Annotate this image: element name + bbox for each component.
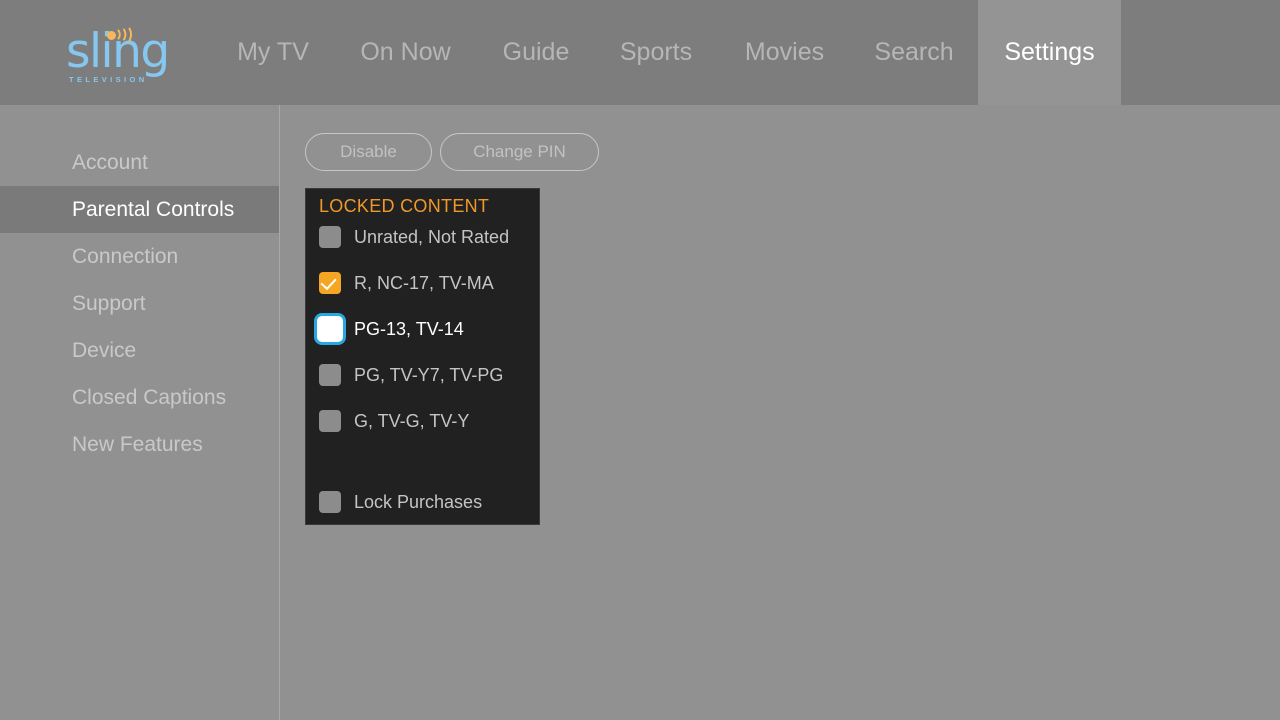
checkbox-unchecked[interactable] (319, 410, 341, 432)
rating-row-pg-13-tv-14[interactable]: PG-13, TV-14 (314, 313, 464, 345)
nav-item-guide[interactable]: Guide (487, 0, 585, 105)
rating-row-lock-purchases[interactable]: Lock Purchases (319, 486, 482, 518)
checkbox-unchecked[interactable] (319, 491, 341, 513)
checkbox-unchecked[interactable] (319, 364, 341, 386)
rating-row-unrated-not-rated[interactable]: Unrated, Not Rated (319, 221, 509, 253)
top-navigation-bar: sling TELEVISION My TV On Now Guide Sports M… (0, 0, 1280, 105)
nav-item-search[interactable]: Search (857, 0, 971, 105)
checkbox-checked[interactable] (319, 272, 341, 294)
sidebar-item-support[interactable]: Support (0, 280, 279, 327)
logo-tagline: TELEVISION (69, 75, 148, 84)
rating-row-g-tv-g-tv-y[interactable]: G, TV-G, TV-Y (319, 405, 469, 437)
rating-row-r-nc-17-tv-ma[interactable]: R, NC-17, TV-MA (319, 267, 494, 299)
sidebar-item-closed-captions[interactable]: Closed Captions (0, 374, 279, 421)
nav-item-sports[interactable]: Sports (600, 0, 712, 105)
nav-item-settings[interactable]: Settings (978, 0, 1121, 105)
nav-item-my-tv[interactable]: My TV (222, 0, 324, 105)
rating-label: PG, TV-Y7, TV-PG (354, 364, 504, 385)
rating-label: PG-13, TV-14 (354, 318, 464, 339)
sling-tv-settings-screen: sling TELEVISION My TV On Now Guide Sports M… (0, 0, 1280, 720)
rating-label: Unrated, Not Rated (354, 226, 510, 247)
nav-item-movies[interactable]: Movies (727, 0, 842, 105)
focus-ring (314, 313, 346, 345)
settings-sidebar: Account Parental Controls Connection Suppor… (0, 105, 279, 720)
sidebar-item-connection[interactable]: Connection (0, 233, 279, 280)
locked-content-title: LOCKED CONTENT (319, 196, 490, 216)
sidebar-item-new-features[interactable]: New Features (0, 421, 279, 468)
sidebar-item-account[interactable]: Account (0, 139, 279, 186)
logo-signal-dot-icon (107, 31, 116, 40)
rating-label: G, TV-G, TV-Y (354, 410, 470, 431)
sidebar-divider (279, 105, 280, 720)
rating-row-pg-tv-y7-tv-pg[interactable]: PG, TV-Y7, TV-PG (319, 359, 503, 391)
checkbox-unchecked[interactable] (319, 226, 341, 248)
rating-label: R, NC-17, TV-MA (354, 272, 494, 293)
sidebar-item-parental-controls[interactable]: Parental Controls (0, 186, 279, 233)
logo-signal-waves-icon (117, 27, 132, 42)
nav-item-on-now[interactable]: On Now (339, 0, 472, 105)
checkmark-icon (320, 273, 337, 291)
sidebar-item-device[interactable]: Device (0, 327, 279, 374)
change-pin-button[interactable]: Change PIN (440, 133, 599, 171)
disable-button[interactable]: Disable (305, 133, 432, 171)
sling-tv-logo: sling TELEVISION (66, 27, 170, 84)
checkbox-focused[interactable] (314, 313, 346, 345)
locked-content-panel: LOCKED CONTENT Unrated, Not Rated R, NC-1… (305, 188, 540, 525)
rating-label: Lock Purchases (354, 491, 483, 512)
